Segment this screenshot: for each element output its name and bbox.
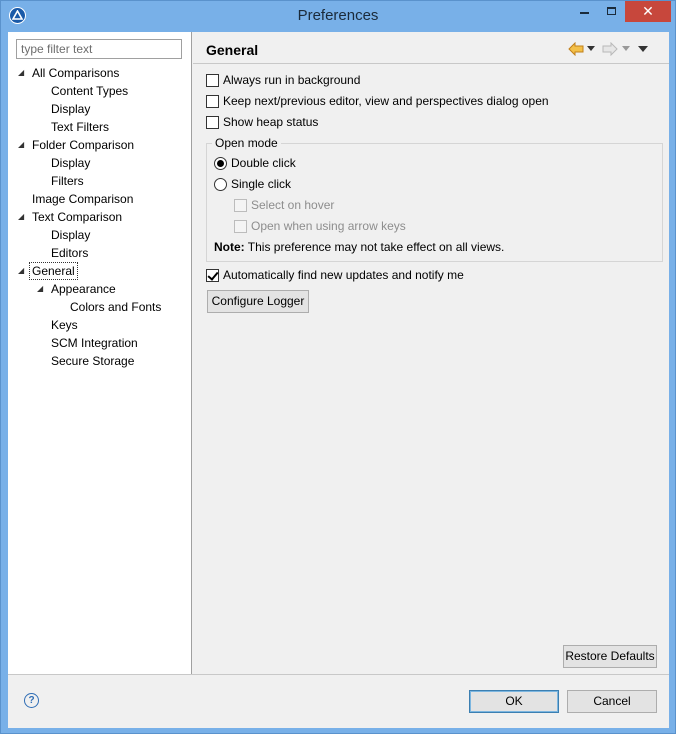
- always-run-background-label: Always run in background: [223, 73, 361, 87]
- select-on-hover-checkbox: [234, 199, 247, 212]
- expand-arrow-icon[interactable]: ◢: [37, 280, 45, 298]
- open-mode-label: Open mode: [212, 136, 281, 150]
- close-button[interactable]: ✕: [625, 1, 671, 22]
- tree-item-label: Colors and Fonts: [70, 300, 162, 314]
- keep-dialog-open-checkbox[interactable]: [206, 95, 219, 108]
- tree-item-label: Secure Storage: [51, 354, 135, 368]
- open-arrow-keys-checkbox: [234, 220, 247, 233]
- tree-item-label: General: [29, 262, 78, 280]
- double-click-radio[interactable]: [214, 157, 227, 170]
- open-mode-note: Note: This preference may not take effec…: [214, 240, 504, 254]
- select-on-hover-label: Select on hover: [251, 198, 335, 212]
- tree-item[interactable]: Display: [8, 154, 191, 172]
- tree-item-label: Editors: [51, 246, 89, 260]
- tree-item-label: Content Types: [51, 84, 129, 98]
- tree-item[interactable]: ◢ Folder Comparison: [8, 136, 191, 154]
- tree-item[interactable]: Keys: [8, 316, 191, 334]
- single-click-label: Single click: [231, 177, 292, 191]
- tree-item[interactable]: ◢ General: [8, 262, 191, 280]
- open-arrow-keys-label: Open when using arrow keys: [251, 219, 406, 233]
- show-heap-status-label: Show heap status: [223, 115, 319, 129]
- tree-item-label: Appearance: [51, 282, 116, 296]
- tree-item-label: Text Filters: [51, 120, 110, 134]
- forward-arrow-icon: [602, 42, 618, 56]
- header-separator: [193, 63, 669, 64]
- close-icon: ✕: [642, 3, 654, 19]
- ok-button[interactable]: OK: [469, 690, 559, 713]
- minimize-icon: [580, 12, 589, 14]
- tree-item-label: Text Comparison: [32, 210, 123, 224]
- configure-logger-button[interactable]: Configure Logger: [207, 290, 309, 313]
- tree-item[interactable]: Filters: [8, 172, 191, 190]
- tree-item[interactable]: ◢ All Comparisons: [8, 64, 191, 82]
- page-title: General: [206, 42, 259, 58]
- minimize-button[interactable]: [571, 1, 598, 22]
- tree-item[interactable]: ◢ Appearance: [8, 280, 191, 298]
- tree-item[interactable]: Content Types: [8, 82, 191, 100]
- tree-item-label: Image Comparison: [32, 192, 134, 206]
- forward-dropdown-icon: [622, 46, 630, 51]
- tree-item-label: Display: [51, 228, 91, 242]
- tree-item-label: Keys: [51, 318, 78, 332]
- preference-tree-panel: ◢ All Comparisons Content Types Display Text…: [8, 32, 192, 674]
- note-label: Note:: [214, 240, 245, 254]
- tree-item[interactable]: ◢ Text Comparison: [8, 208, 191, 226]
- preferences-window: Preferences ✕ ◢ All Comparisons Content Ty…: [0, 0, 676, 734]
- always-run-background-checkbox[interactable]: [206, 74, 219, 87]
- note-text: This preference may not take effect on a…: [247, 240, 505, 254]
- auto-update-label: Automatically find new updates and notif…: [223, 268, 464, 282]
- maximize-icon: [607, 7, 616, 15]
- tree-item[interactable]: SCM Integration: [8, 334, 191, 352]
- tree-item-label: Folder Comparison: [32, 138, 135, 152]
- tree-item[interactable]: Display: [8, 100, 191, 118]
- maximize-button[interactable]: [598, 1, 625, 22]
- expand-arrow-icon[interactable]: ◢: [18, 208, 26, 226]
- footer-separator: [8, 674, 669, 675]
- preference-page: General Always run in background Keep ne…: [193, 32, 669, 674]
- title-bar[interactable]: Preferences ✕: [1, 1, 675, 32]
- dialog-client: ◢ All Comparisons Content Types Display Text…: [8, 32, 669, 728]
- expand-arrow-icon[interactable]: ◢: [18, 136, 26, 154]
- show-heap-status-checkbox[interactable]: [206, 116, 219, 129]
- back-dropdown-icon[interactable]: [587, 46, 595, 52]
- back-arrow-icon[interactable]: [568, 42, 584, 56]
- expand-arrow-icon[interactable]: ◢: [18, 64, 26, 82]
- tree-item[interactable]: Colors and Fonts: [8, 298, 191, 316]
- tree-item[interactable]: Display: [8, 226, 191, 244]
- double-click-label: Double click: [231, 156, 296, 170]
- tree-item-label: All Comparisons: [32, 66, 120, 80]
- cancel-button[interactable]: Cancel: [567, 690, 657, 713]
- restore-defaults-button[interactable]: Restore Defaults: [563, 645, 657, 668]
- keep-dialog-open-label: Keep next/previous editor, view and pers…: [223, 94, 549, 108]
- single-click-radio[interactable]: [214, 178, 227, 191]
- tree-item[interactable]: Secure Storage: [8, 352, 191, 370]
- tree-item[interactable]: Text Filters: [8, 118, 191, 136]
- tree-item-label: Display: [51, 102, 91, 116]
- expand-arrow-icon[interactable]: ◢: [18, 262, 26, 280]
- tree-item-label: Display: [51, 156, 91, 170]
- tree-item-label: Filters: [51, 174, 84, 188]
- filter-input[interactable]: [16, 39, 182, 59]
- tree-item[interactable]: Image Comparison: [8, 190, 191, 208]
- auto-update-checkbox[interactable]: [206, 269, 219, 282]
- view-menu-icon[interactable]: [638, 46, 648, 53]
- help-icon[interactable]: ?: [24, 693, 39, 708]
- tree-item-label: SCM Integration: [51, 336, 138, 350]
- tree-item[interactable]: Editors: [8, 244, 191, 262]
